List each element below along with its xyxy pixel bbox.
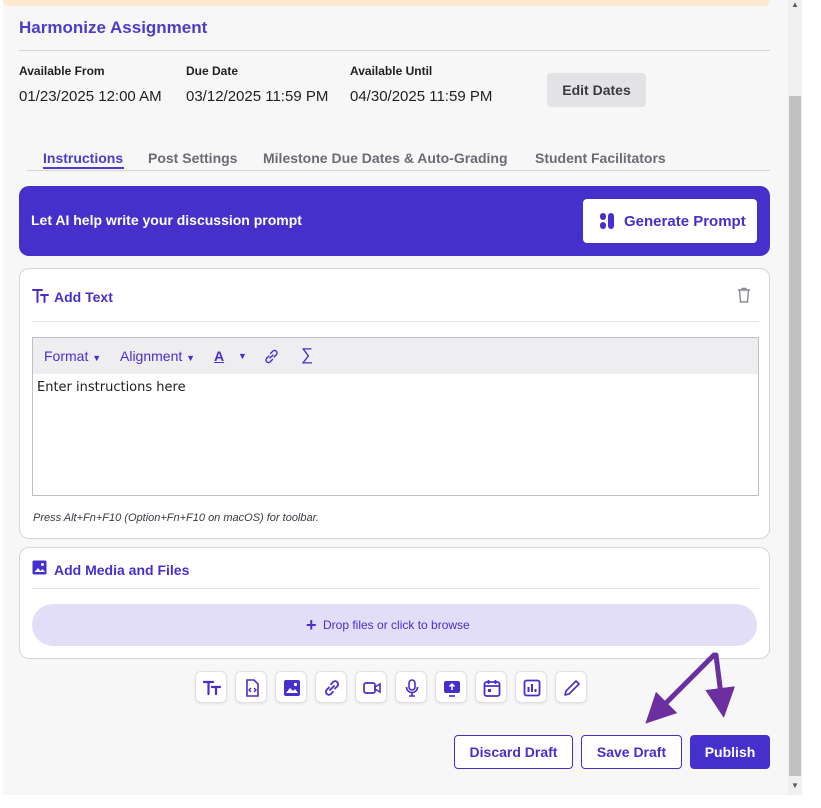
- file-dropzone[interactable]: + Drop files or click to browse: [32, 604, 757, 646]
- date-value: 01/23/2025 12:00 AM: [19, 88, 162, 105]
- assignment-panel: Harmonize Assignment Available From 01/2…: [3, 0, 788, 795]
- date-label: Available From: [19, 64, 105, 78]
- generate-prompt-label: Generate Prompt: [624, 213, 746, 230]
- caret-down-icon: ▼: [186, 353, 196, 363]
- available-until: Available Until 04/30/2025 11:59 PM: [350, 64, 492, 105]
- due-date: Due Date 03/12/2025 11:59 PM: [186, 64, 328, 105]
- image-icon: [284, 680, 300, 696]
- date-label: Due Date: [186, 64, 239, 78]
- add-screen-recording-button[interactable]: [435, 671, 467, 703]
- date-label: Available Until: [350, 64, 433, 78]
- add-event-button[interactable]: [475, 671, 507, 703]
- draw-icon: [564, 680, 580, 696]
- tab-bar: Instructions Post Settings Milestone Due…: [27, 150, 770, 171]
- scroll-down-arrow-icon[interactable]: ▼: [791, 781, 799, 790]
- generate-prompt-button[interactable]: Generate Prompt: [583, 199, 757, 243]
- scroll-thumb[interactable]: [789, 96, 801, 776]
- add-media-card: Add Media and Files + Drop files or clic…: [19, 547, 770, 659]
- dropzone-label: Drop files or click to browse: [323, 618, 470, 632]
- add-link-button[interactable]: [315, 671, 347, 703]
- add-text-title: Add Text: [54, 289, 113, 305]
- vertical-scrollbar[interactable]: ▲ ▼: [788, 0, 802, 795]
- active-tab-indicator: [43, 167, 124, 169]
- plus-icon: +: [306, 615, 317, 635]
- image-icon: [32, 560, 47, 575]
- font-color-icon[interactable]: A: [214, 348, 224, 364]
- tab-student-facilitators[interactable]: Student Facilitators: [535, 150, 666, 166]
- alignment-label: Alignment: [120, 348, 183, 364]
- add-image-button[interactable]: [275, 671, 307, 703]
- editor-toolbar: Format ▼ Alignment ▼ A ▼ ∑: [32, 337, 759, 375]
- format-label: Format: [44, 348, 89, 364]
- date-value: 03/12/2025 11:59 PM: [186, 88, 329, 105]
- screen-record-icon: [444, 681, 460, 697]
- date-value: 04/30/2025 11:59 PM: [350, 88, 493, 105]
- assignment-title: Harmonize Assignment: [19, 18, 208, 37]
- divider: [19, 50, 770, 51]
- audio-icon: [405, 679, 419, 697]
- text-icon: [202, 680, 222, 696]
- add-drawing-button[interactable]: [555, 671, 587, 703]
- add-text-card: Add Text Format ▼ Alignment ▼ A ▼ ∑ Ente…: [19, 268, 770, 539]
- save-draft-button[interactable]: Save Draft: [581, 735, 682, 769]
- edit-dates-button[interactable]: Edit Dates: [547, 73, 646, 107]
- tab-milestone-due-dates[interactable]: Milestone Due Dates & Auto-Grading: [263, 150, 508, 166]
- divider: [32, 588, 759, 589]
- ai-banner-text: Let AI help write your discussion prompt: [31, 212, 302, 228]
- chart-icon: [523, 679, 541, 697]
- add-audio-button[interactable]: [395, 671, 427, 703]
- publish-button[interactable]: Publish: [690, 735, 770, 769]
- top-banner: [3, 0, 770, 6]
- equation-icon[interactable]: ∑: [301, 345, 313, 365]
- caret-down-icon: ▼: [92, 353, 102, 363]
- video-icon: [363, 682, 381, 694]
- ai-prompt-banner: Let AI help write your discussion prompt…: [19, 186, 770, 256]
- link-icon: [325, 680, 339, 696]
- add-media-title: Add Media and Files: [54, 562, 190, 578]
- editor-placeholder: Enter instructions here: [37, 380, 186, 395]
- add-text-button[interactable]: [195, 671, 227, 703]
- link-icon[interactable]: [263, 348, 280, 365]
- add-chart-button[interactable]: [515, 671, 547, 703]
- format-dropdown[interactable]: Format ▼: [44, 348, 101, 364]
- alignment-dropdown[interactable]: Alignment ▼: [120, 348, 195, 364]
- add-embed-button[interactable]: [235, 671, 267, 703]
- toolbar-hint: Press Alt+Fn+F10 (Option+Fn+F10 on macOS…: [33, 512, 319, 524]
- sparkle-icon: [600, 213, 614, 229]
- trash-icon[interactable]: [737, 287, 751, 303]
- caret-down-icon[interactable]: ▼: [238, 351, 247, 361]
- calendar-icon: [483, 680, 501, 697]
- discard-draft-button[interactable]: Discard Draft: [454, 735, 573, 769]
- scroll-up-arrow-icon[interactable]: ▲: [791, 0, 799, 9]
- tab-instructions[interactable]: Instructions: [43, 150, 123, 166]
- instructions-editor[interactable]: Enter instructions here: [32, 374, 759, 496]
- add-video-button[interactable]: [355, 671, 387, 703]
- divider: [32, 321, 759, 322]
- tab-post-settings[interactable]: Post Settings: [148, 150, 237, 166]
- text-format-icon: [32, 289, 49, 303]
- available-from: Available From 01/23/2025 12:00 AM: [19, 64, 162, 105]
- embed-code-icon: [246, 679, 259, 697]
